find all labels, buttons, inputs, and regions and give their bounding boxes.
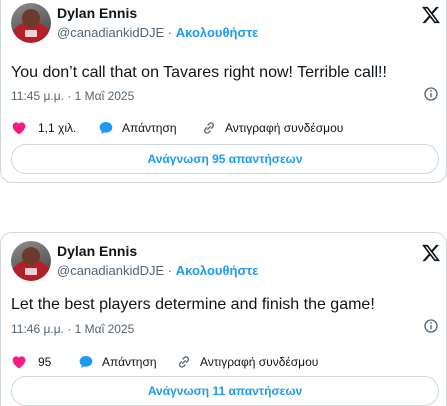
avatar[interactable] — [11, 3, 51, 43]
tweet-text: Let the best players determine and finis… — [11, 296, 375, 313]
tweet-header: Dylan Ennis @canadiankidDJE · Ακολουθήστ… — [11, 3, 441, 47]
tweet-card: Dylan Ennis @canadiankidDJE · Ακολουθήστ… — [0, 0, 447, 183]
tweet-timestamp[interactable]: 11:46 μ.μ. · 1 Μαΐ 2025 — [11, 321, 134, 337]
reply-button[interactable]: Απάντηση — [78, 352, 157, 372]
like-button[interactable]: 1,1 χιλ. — [11, 118, 76, 138]
tweet-text: You don’t call that on Tavares right now… — [11, 64, 387, 81]
read-replies-button[interactable]: Ανάγνωση 11 απαντήσεων — [11, 376, 439, 406]
author-name[interactable]: Dylan Ennis — [57, 242, 137, 260]
x-logo-icon[interactable] — [421, 5, 441, 25]
x-logo-icon[interactable] — [421, 243, 441, 263]
reply-label: Απάντηση — [122, 121, 177, 135]
tweet-timestamp[interactable]: 11:45 μ.μ. · 1 Μαΐ 2025 — [11, 88, 134, 104]
speech-bubble-icon — [79, 356, 93, 368]
tweet-header: Dylan Ennis @canadiankidDJE · Ακολουθήστ… — [11, 241, 441, 285]
reply-label: Απάντηση — [102, 355, 157, 369]
copy-link-button[interactable]: Αντιγραφή συνδέσμου — [201, 118, 343, 138]
reply-button[interactable]: Απάντηση — [98, 118, 177, 138]
info-icon[interactable] — [423, 318, 439, 334]
author-handle[interactable]: @canadiankidDJE — [57, 263, 164, 278]
like-count: 95 — [38, 355, 52, 369]
link-icon — [179, 356, 189, 368]
read-replies-button[interactable]: Ανάγνωση 95 απαντήσεων — [11, 144, 439, 174]
separator-dot: · — [167, 25, 173, 40]
heart-icon — [12, 356, 26, 369]
like-button[interactable]: 95 — [11, 352, 51, 372]
copy-link-label: Αντιγραφή συνδέσμου — [225, 121, 344, 135]
follow-button[interactable]: Ακολουθήστε — [176, 25, 259, 40]
separator-dot: · — [167, 263, 173, 278]
author-subline: @canadiankidDJE · Ακολουθήστε — [57, 24, 258, 42]
speech-bubble-icon — [99, 122, 113, 134]
heart-icon — [12, 122, 26, 135]
follow-button[interactable]: Ακολουθήστε — [176, 263, 259, 278]
tweet-card: Dylan Ennis @canadiankidDJE · Ακολουθήστ… — [0, 232, 447, 406]
author-subline: @canadiankidDJE · Ακολουθήστε — [57, 262, 258, 280]
author-name[interactable]: Dylan Ennis — [57, 4, 137, 22]
avatar[interactable] — [11, 241, 51, 281]
link-icon — [204, 122, 214, 134]
author-handle[interactable]: @canadiankidDJE — [57, 25, 164, 40]
info-icon[interactable] — [423, 86, 439, 102]
like-count: 1,1 χιλ. — [38, 121, 77, 135]
copy-link-label: Αντιγραφή συνδέσμου — [200, 355, 319, 369]
copy-link-button[interactable]: Αντιγραφή συνδέσμου — [176, 352, 318, 372]
